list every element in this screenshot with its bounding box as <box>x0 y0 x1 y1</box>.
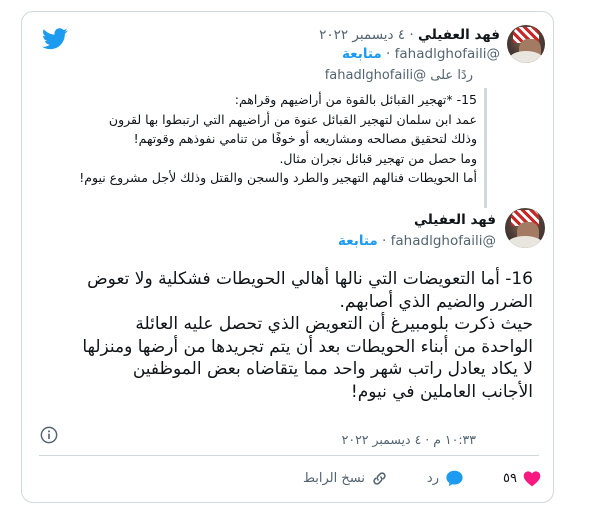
tweet-line: حيث ذكرت بلومبيرغ أن التعويض الذي تحصل ع… <box>135 314 533 334</box>
like-button[interactable]: ٥٩ <box>503 470 541 487</box>
author-name[interactable]: فهد العفيلي <box>418 27 500 43</box>
like-count: ٥٩ <box>503 471 517 486</box>
tweet-line: الواحدة من أبناء الحويطات بعد أن يتم تجر… <box>82 336 533 357</box>
follow-button[interactable]: متابعة <box>342 46 382 62</box>
reply-tweet-text: 15- *تهجير القبائل بالقوة من أراضيهم وقر… <box>33 90 477 188</box>
main-tweet-header: فهد العفيلي <box>414 212 496 228</box>
divider <box>39 455 539 456</box>
reply-button[interactable]: رد <box>427 470 464 487</box>
reply-tweet-header: فهد العفيلي · ٤ ديسمبر ٢٠٢٢ <box>319 27 500 43</box>
tweet-timestamp[interactable]: ١٠:٣٣ م · ٤ ديسمبر ٢٠٢٢ <box>342 432 476 447</box>
tweet-date[interactable]: ٤ ديسمبر ٢٠٢٢ <box>319 27 405 43</box>
tweet-line: وذلك لتحقيق مصالحه ومشاريعه أو خوفًا من … <box>133 131 477 146</box>
tweet-line: 16- أما التعويضات التي نالها أهالي الحوي… <box>87 269 533 289</box>
avatar[interactable] <box>507 25 545 63</box>
thread-line <box>484 88 487 208</box>
author-name[interactable]: فهد العفيلي <box>414 212 496 228</box>
copy-link-button[interactable]: نسخ الرابط <box>303 470 388 487</box>
tweet-embed-card: فهد العفيلي · ٤ ديسمبر ٢٠٢٢ @fahadlghofa… <box>21 11 554 503</box>
main-tweet-subheader: @fahadlghofaili · متابعة <box>337 233 496 249</box>
copy-link-label: نسخ الرابط <box>302 471 365 486</box>
tweet-line: عمد ابن سلمان لتهجير القبائل عنوة من أرا… <box>108 111 477 127</box>
tweet-line: 15- *تهجير القبائل بالقوة من أراضيهم وقر… <box>234 92 477 107</box>
info-icon[interactable] <box>40 426 58 444</box>
link-icon <box>373 472 386 485</box>
twitter-bird-icon[interactable] <box>42 28 68 50</box>
tweet-line: الضرر والضيم الذي أصابهم. <box>339 291 534 312</box>
reply-label: رد <box>426 471 439 486</box>
reply-to-label[interactable]: ردًا على @fahadlghofaili <box>325 68 473 83</box>
reply-tweet-subheader: @fahadlghofaili · متابعة <box>341 46 500 62</box>
avatar[interactable] <box>505 208 545 248</box>
follow-button[interactable]: متابعة <box>338 233 378 249</box>
reply-bubble-icon <box>446 470 463 487</box>
tweet-line: وما حصل من تهجير قبائل نجران مثال. <box>279 150 477 166</box>
tweet-line: أما الحويطات فنالهم التهجير والطرد والسج… <box>79 170 477 185</box>
author-handle[interactable]: @fahadlghofaili <box>395 46 500 62</box>
main-tweet-text: 16- أما التعويضات التي نالها أهالي الحوي… <box>33 268 533 403</box>
author-handle[interactable]: @fahadlghofaili <box>391 233 496 249</box>
heart-icon <box>523 471 541 487</box>
tweet-line: الأجانب العاملين في نيوم! <box>350 381 533 402</box>
tweet-line: لا يكاد يعادل راتب شهر واحد مما يتقاضاه … <box>132 359 533 379</box>
